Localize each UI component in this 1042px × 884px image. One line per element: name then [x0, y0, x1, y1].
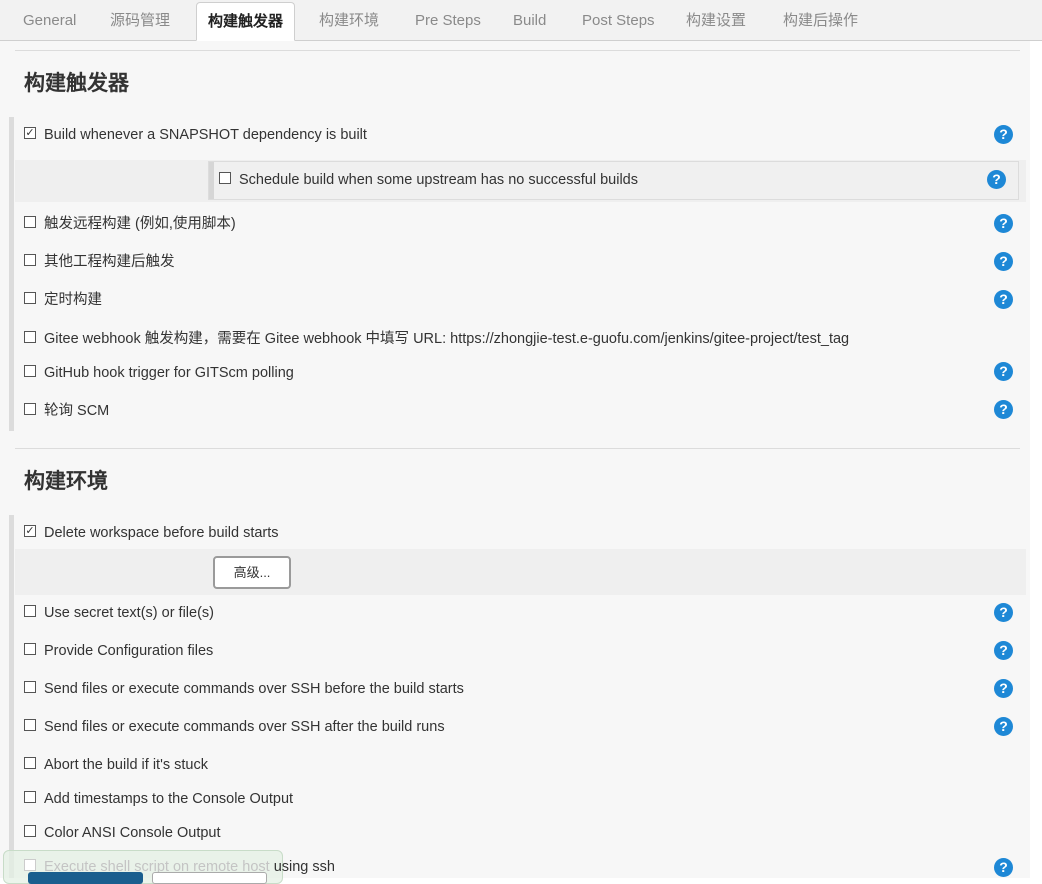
- trigger-label: Build whenever a SNAPSHOT dependency is …: [44, 127, 367, 143]
- env-ansi-color-row[interactable]: Color ANSI Console Output: [24, 822, 221, 844]
- trigger-poll-scm-row[interactable]: 轮询 SCM: [24, 400, 109, 422]
- checkbox[interactable]: [24, 365, 36, 378]
- tab-build-triggers[interactable]: 构建触发器: [196, 2, 296, 41]
- tab-general[interactable]: General: [23, 0, 76, 41]
- checkbox[interactable]: [24, 719, 36, 732]
- help-icon[interactable]: ?: [994, 717, 1013, 736]
- section-left-bar: [9, 515, 14, 878]
- env-label: Use secret text(s) or file(s): [44, 605, 214, 621]
- checkbox[interactable]: [24, 403, 36, 416]
- advanced-band: [15, 549, 1026, 595]
- checkbox[interactable]: [24, 643, 36, 656]
- checkbox[interactable]: [24, 331, 36, 344]
- section-title-triggers: 构建触发器: [24, 72, 129, 95]
- help-icon[interactable]: ?: [994, 679, 1013, 698]
- env-label: Delete workspace before build starts: [44, 525, 279, 541]
- trigger-label: 触发远程构建 (例如,使用脚本): [44, 216, 236, 232]
- checkbox[interactable]: [24, 681, 36, 694]
- section-left-bar: [9, 117, 14, 431]
- checkbox[interactable]: [24, 254, 36, 267]
- trigger-snapshot-row[interactable]: ✓ Build whenever a SNAPSHOT dependency is…: [24, 124, 367, 146]
- trigger-gitee-webhook-row[interactable]: Gitee webhook 触发构建，需要在 Gitee webhook 中填写…: [24, 328, 849, 350]
- tab-pre-steps[interactable]: Pre Steps: [415, 0, 481, 41]
- trigger-remote-row[interactable]: 触发远程构建 (例如,使用脚本): [24, 213, 236, 235]
- scrollbar-track[interactable]: [1030, 41, 1042, 878]
- save-button[interactable]: [28, 872, 143, 884]
- env-label-rest: using ssh: [269, 859, 335, 875]
- section-divider: [15, 448, 1020, 449]
- env-abort-stuck-row[interactable]: Abort the build if it's stuck: [24, 754, 208, 776]
- env-label: Provide Configuration files: [44, 643, 214, 659]
- advanced-button[interactable]: 高级...: [213, 556, 291, 589]
- checkbox[interactable]: [24, 757, 36, 770]
- checkbox[interactable]: [24, 292, 36, 305]
- help-icon[interactable]: ?: [994, 362, 1013, 381]
- env-label: Abort the build if it's stuck: [44, 757, 208, 773]
- tab-bar: General 源码管理 构建触发器 构建环境 Pre Steps Build …: [0, 0, 1042, 41]
- help-icon[interactable]: ?: [994, 400, 1013, 419]
- trigger-github-hook-row[interactable]: GitHub hook trigger for GITScm polling: [24, 362, 294, 384]
- tab-build-environment[interactable]: 构建环境: [319, 0, 379, 41]
- section-title-environment: 构建环境: [24, 470, 108, 493]
- checkbox-checked[interactable]: ✓: [24, 127, 36, 140]
- section-divider: [15, 50, 1020, 51]
- tab-post-build-actions[interactable]: 构建后操作: [783, 0, 858, 41]
- env-timestamps-row[interactable]: Add timestamps to the Console Output: [24, 788, 293, 810]
- tab-build-settings[interactable]: 构建设置: [686, 0, 746, 41]
- help-icon[interactable]: ?: [994, 214, 1013, 233]
- env-secret-text-row[interactable]: Use secret text(s) or file(s): [24, 602, 214, 624]
- env-delete-workspace-row[interactable]: ✓ Delete workspace before build starts: [24, 522, 279, 544]
- nested-left-bar: [209, 162, 214, 199]
- trigger-label: 其他工程构建后触发: [44, 254, 175, 270]
- tab-post-steps[interactable]: Post Steps: [582, 0, 655, 41]
- help-icon[interactable]: ?: [987, 170, 1006, 189]
- checkbox[interactable]: [24, 859, 36, 872]
- help-icon[interactable]: ?: [994, 858, 1013, 877]
- trigger-label: 定时构建: [44, 292, 102, 308]
- help-icon[interactable]: ?: [994, 290, 1013, 309]
- env-label: Color ANSI Console Output: [44, 825, 221, 841]
- trigger-schedule-upstream-row[interactable]: Schedule build when some upstream has no…: [219, 169, 638, 191]
- help-icon[interactable]: ?: [994, 125, 1013, 144]
- help-icon[interactable]: ?: [994, 252, 1013, 271]
- trigger-label: Schedule build when some upstream has no…: [239, 172, 638, 188]
- trigger-timer-row[interactable]: 定时构建: [24, 289, 102, 311]
- checkbox[interactable]: [24, 216, 36, 229]
- help-icon[interactable]: ?: [994, 603, 1013, 622]
- checkbox[interactable]: [219, 172, 231, 185]
- env-config-files-row[interactable]: Provide Configuration files: [24, 640, 213, 662]
- help-icon[interactable]: ?: [994, 641, 1013, 660]
- checkbox[interactable]: [24, 605, 36, 618]
- tab-source-management[interactable]: 源码管理: [110, 0, 170, 41]
- env-label: Send files or execute commands over SSH …: [44, 719, 445, 735]
- checkbox[interactable]: [24, 791, 36, 804]
- trigger-after-other-projects-row[interactable]: 其他工程构建后触发: [24, 251, 175, 273]
- env-label: Add timestamps to the Console Output: [44, 791, 294, 807]
- env-ssh-after-row[interactable]: Send files or execute commands over SSH …: [24, 716, 445, 738]
- trigger-label: Gitee webhook 触发构建，需要在 Gitee webhook 中填写…: [44, 331, 850, 347]
- apply-button[interactable]: [152, 872, 267, 884]
- env-ssh-before-row[interactable]: Send files or execute commands over SSH …: [24, 678, 464, 700]
- env-label: Send files or execute commands over SSH …: [44, 681, 464, 697]
- trigger-label: 轮询 SCM: [44, 403, 110, 419]
- checkbox[interactable]: [24, 825, 36, 838]
- tab-build[interactable]: Build: [513, 0, 546, 41]
- checkbox-checked[interactable]: ✓: [24, 525, 36, 538]
- trigger-label: GitHub hook trigger for GITScm polling: [44, 365, 294, 381]
